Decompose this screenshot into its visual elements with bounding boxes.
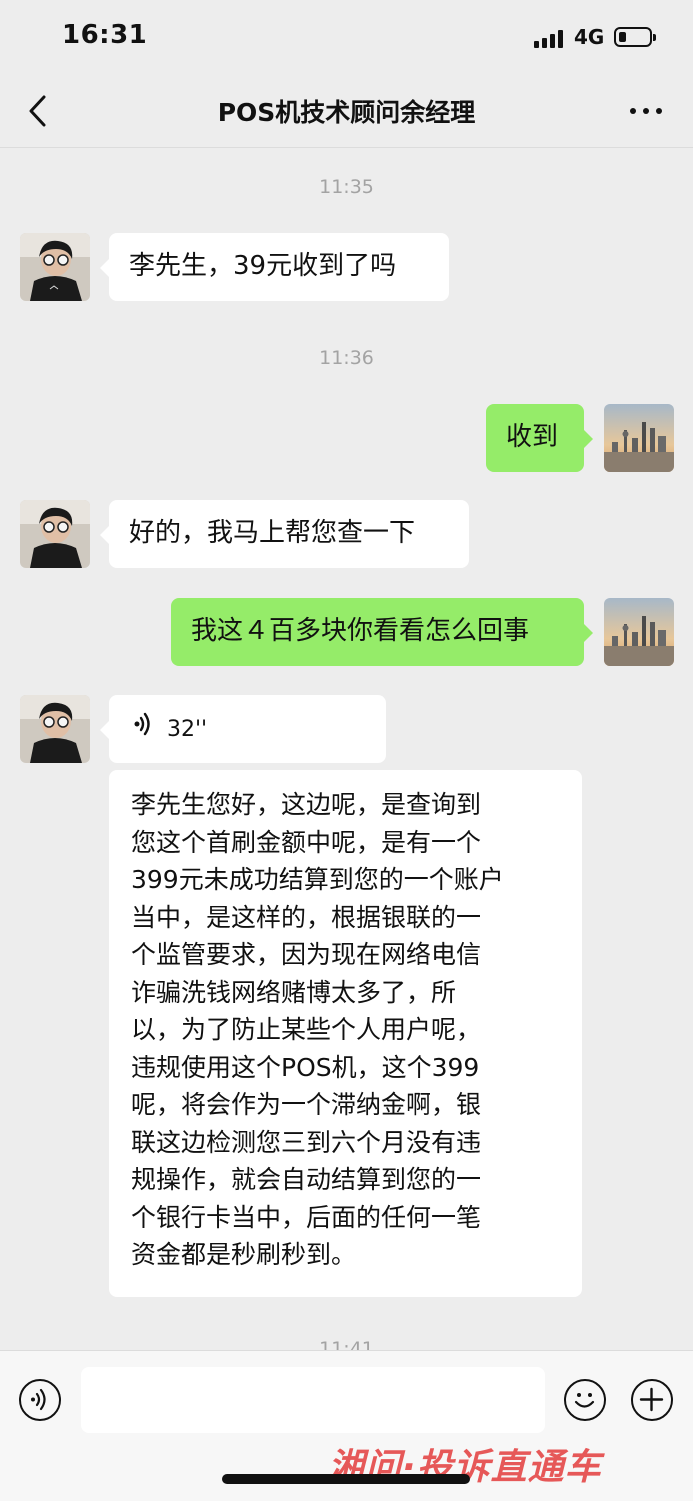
message-input[interactable] — [81, 1367, 545, 1433]
voice-wave-icon — [133, 711, 153, 748]
plus-icon[interactable] — [631, 1379, 673, 1421]
network-type: 4G — [574, 25, 605, 49]
my-avatar[interactable] — [604, 598, 674, 666]
voice-transcript: 李先生您好，这边呢，是查询到 您这个首刷金额中呢，是有一个 399元未成功结算到… — [109, 770, 582, 1297]
home-indicator[interactable] — [222, 1474, 470, 1484]
voice-message[interactable]: 32'' — [100, 695, 386, 763]
outgoing-message[interactable]: 收到 — [486, 404, 593, 472]
status-bar: 16:31 4G — [0, 0, 693, 75]
voice-duration: 32'' — [167, 716, 208, 742]
more-dots-icon[interactable] — [626, 105, 666, 117]
status-time: 16:31 — [62, 20, 148, 50]
chat-header: POS机技术顾问余经理 — [0, 75, 693, 147]
outgoing-message[interactable]: 我这４百多块你看看怎么回事 — [171, 598, 593, 666]
message-timestamp: 11:35 — [319, 176, 374, 198]
header-divider — [0, 147, 693, 148]
incoming-message[interactable]: 好的，我马上帮您查一下 — [100, 500, 469, 568]
contact-avatar[interactable] — [20, 695, 90, 763]
battery-icon — [614, 27, 656, 47]
chat-title: POS机技术顾问余经理 — [217, 98, 476, 127]
incoming-message[interactable]: 李先生，39元收到了吗 — [100, 233, 449, 301]
contact-avatar[interactable] — [20, 500, 90, 568]
signal-icon — [534, 30, 566, 48]
emoji-icon[interactable] — [564, 1379, 606, 1421]
my-avatar[interactable] — [604, 404, 674, 472]
voice-mode-icon[interactable] — [19, 1379, 61, 1421]
message-timestamp: 11:36 — [319, 347, 374, 369]
contact-avatar[interactable] — [20, 233, 90, 301]
